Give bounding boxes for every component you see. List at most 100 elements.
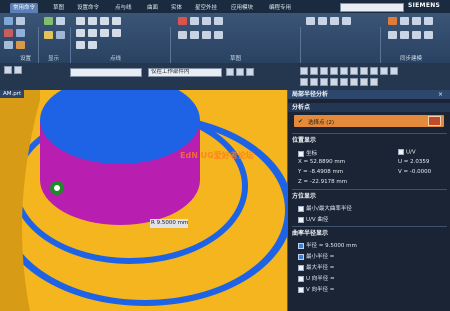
tool-icon[interactable]	[190, 17, 199, 25]
section-position[interactable]: 位置显示	[288, 136, 450, 145]
u-radius-row[interactable]: U 向半径 =	[298, 274, 335, 282]
tool-icon[interactable]	[44, 31, 53, 39]
open-icon[interactable]	[16, 17, 25, 25]
snap-icon[interactable]	[320, 67, 328, 75]
tab-settings[interactable]: 设置命令	[74, 3, 102, 13]
tool-icon[interactable]	[412, 31, 421, 39]
snap-icon[interactable]	[380, 67, 388, 75]
v-radius-checkbox[interactable]	[298, 286, 304, 293]
tool-icon[interactable]	[4, 29, 13, 37]
section-radius[interactable]: 曲率半径显示	[288, 229, 450, 238]
dir-opt2-row[interactable]: U/V 曲径	[298, 215, 328, 223]
offset-icon[interactable]	[100, 29, 109, 37]
dir-opt2-checkbox[interactable]	[298, 216, 304, 223]
trim-icon[interactable]	[112, 29, 121, 37]
tool-icon[interactable]	[412, 17, 421, 25]
snap-icon[interactable]	[310, 78, 318, 86]
coord-checkbox[interactable]	[298, 150, 304, 157]
tool-icon[interactable]	[424, 17, 433, 25]
select-icon[interactable]	[236, 68, 244, 76]
spline-icon[interactable]	[88, 29, 97, 37]
tool-icon[interactable]	[56, 31, 65, 39]
tab-common-commands[interactable]: 常用命令	[10, 3, 39, 13]
tool-icon[interactable]	[4, 41, 13, 49]
tool-icon[interactable]	[400, 17, 409, 25]
snap-icon[interactable]	[390, 67, 398, 75]
section-analysis-point[interactable]: 分析点	[288, 103, 450, 112]
snap-icon[interactable]	[330, 67, 338, 75]
v-radius-row[interactable]: V 向半径 =	[298, 285, 334, 293]
radius-checkbox[interactable]	[298, 242, 304, 249]
hide-icon[interactable]	[56, 17, 65, 25]
tab-solid[interactable]: 实体	[168, 3, 185, 13]
uv-checkbox[interactable]	[398, 149, 404, 155]
snap-icon[interactable]	[310, 67, 318, 75]
tool-icon[interactable]	[190, 31, 199, 39]
bridge-icon[interactable]	[88, 41, 97, 49]
tool-icon[interactable]	[318, 17, 327, 25]
file-tab[interactable]: AM.prt	[0, 90, 25, 98]
snap-icon[interactable]	[370, 67, 378, 75]
tool-icon[interactable]	[178, 31, 187, 39]
tab-application[interactable]: 应用模块	[228, 3, 256, 13]
section-direction[interactable]: 方位显示	[288, 192, 450, 201]
tool-icon[interactable]	[202, 17, 211, 25]
circle-icon[interactable]	[112, 17, 121, 25]
search-input[interactable]	[340, 3, 404, 12]
min-radius-row[interactable]: 最小半径 =	[298, 252, 334, 260]
tool-icon[interactable]	[214, 17, 223, 25]
snap-icon[interactable]	[340, 67, 348, 75]
tool-icon[interactable]	[388, 31, 397, 39]
tool-icon[interactable]	[214, 31, 223, 39]
sync-icon[interactable]	[388, 17, 397, 25]
select-icon[interactable]	[246, 68, 254, 76]
tab-point-line[interactable]: 点与线	[112, 3, 135, 13]
tool-icon[interactable]	[306, 17, 315, 25]
snap-icon[interactable]	[360, 78, 368, 86]
snap-icon[interactable]	[360, 67, 368, 75]
tool-icon[interactable]	[342, 17, 351, 25]
tool-icon[interactable]	[424, 31, 433, 39]
snap-icon[interactable]	[350, 67, 358, 75]
snap-icon[interactable]	[350, 78, 358, 86]
curve-icon[interactable]	[76, 29, 85, 37]
snap-icon[interactable]	[330, 78, 338, 86]
max-radius-checkbox[interactable]	[298, 264, 304, 271]
new-icon[interactable]	[4, 17, 13, 25]
project-icon[interactable]	[76, 41, 85, 49]
tool-icon[interactable]	[16, 41, 25, 49]
snap-icon[interactable]	[300, 67, 308, 75]
show-icon[interactable]	[44, 17, 53, 25]
scope-select[interactable]: 仅在工作部件内	[148, 68, 222, 77]
menu-icon[interactable]	[4, 66, 12, 74]
uv-checkbox-row[interactable]: U/V	[398, 149, 416, 156]
radius-row[interactable]: 半径 = 9.5000 mm	[298, 241, 357, 249]
max-radius-row[interactable]: 最大半径 =	[298, 263, 334, 271]
point-icon[interactable]	[76, 17, 85, 25]
sketch-icon[interactable]	[178, 17, 187, 25]
snap-icon[interactable]	[370, 78, 378, 86]
u-radius-checkbox[interactable]	[298, 275, 304, 282]
dir-opt1-checkbox[interactable]	[298, 205, 304, 212]
select-icon[interactable]	[226, 68, 234, 76]
dir-opt1-row[interactable]: 最小/最大曲率半径	[298, 204, 352, 212]
type-filter-select[interactable]	[70, 68, 142, 77]
snap-icon[interactable]	[320, 78, 328, 86]
min-radius-checkbox[interactable]	[298, 253, 304, 260]
snap-icon[interactable]	[340, 78, 348, 86]
point-dialog-button[interactable]	[428, 116, 441, 126]
graphics-viewport[interactable]: AM.prt R 9.5000 mm EdN UG爱好者论坛	[0, 90, 287, 311]
line-icon[interactable]	[88, 17, 97, 25]
tab-plugin[interactable]: 星空外挂	[192, 3, 220, 13]
filter-icon[interactable]	[14, 66, 22, 74]
snap-icon[interactable]	[300, 78, 308, 86]
tab-surface[interactable]: 曲面	[144, 3, 161, 13]
coord-checkbox-row[interactable]: 坐标	[298, 149, 317, 157]
arc-icon[interactable]	[100, 17, 109, 25]
tool-icon[interactable]	[330, 17, 339, 25]
close-icon[interactable]: ×	[438, 91, 443, 98]
tab-programming[interactable]: 编程专用	[266, 3, 294, 13]
tool-icon[interactable]	[400, 31, 409, 39]
tool-icon[interactable]	[16, 29, 25, 37]
tool-icon[interactable]	[202, 31, 211, 39]
